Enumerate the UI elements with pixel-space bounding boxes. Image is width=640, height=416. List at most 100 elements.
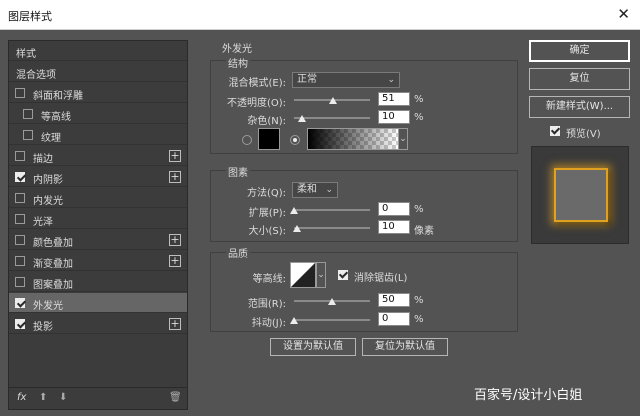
range-input[interactable]: 50 <box>378 293 410 307</box>
sidebar-item-drop-shadow[interactable]: 投影 + <box>9 314 187 334</box>
sidebar-item-label: 斜面和浮雕 <box>33 91 83 102</box>
add-drop-shadow-plus-icon[interactable]: + <box>169 318 181 330</box>
sidebar-item-pattern-overlay[interactable]: 图案叠加 <box>9 272 187 292</box>
gradient-overlay-checkbox[interactable] <box>15 256 25 266</box>
reset-button[interactable]: 复位 <box>529 68 630 90</box>
gradient-radio[interactable] <box>290 135 300 145</box>
opacity-input[interactable]: 51 <box>378 92 410 106</box>
bevel-emboss-checkbox[interactable] <box>15 88 25 98</box>
sidebar-item-contour[interactable]: 等高线 <box>9 104 187 124</box>
technique-select[interactable]: 柔和 ⌄ <box>292 182 338 198</box>
title-bar: 图层样式 ✕ <box>0 0 640 30</box>
contour-checkbox[interactable] <box>23 109 33 119</box>
structure-title: 结构 <box>226 55 250 70</box>
add-inner-shadow-plus-icon[interactable]: + <box>169 171 181 183</box>
spread-input[interactable]: 0 <box>378 202 410 216</box>
noise-label: 杂色(N): <box>247 116 286 127</box>
sidebar-item-outer-glow[interactable]: 外发光 <box>9 293 187 313</box>
size-unit: 像素 <box>414 226 434 237</box>
noise-unit: % <box>414 112 424 123</box>
sidebar-item-satin[interactable]: 光泽 <box>9 209 187 229</box>
opacity-label: 不透明度(O): <box>226 98 286 109</box>
chevron-down-icon: ⌄ <box>325 185 333 195</box>
jitter-unit: % <box>414 314 424 325</box>
fx-icon[interactable]: fx <box>17 392 26 403</box>
add-color-overlay-plus-icon[interactable]: + <box>169 234 181 246</box>
sidebar-item-inner-shadow[interactable]: 内阴影 + <box>9 167 187 187</box>
range-label: 范围(R): <box>247 299 286 310</box>
satin-checkbox[interactable] <box>15 214 25 224</box>
contour-dropdown-chevron-icon[interactable]: ⌄ <box>316 262 326 288</box>
sidebar-item-blending-options[interactable]: 混合选项 <box>9 62 187 82</box>
make-default-button[interactable]: 设置为默认值 <box>270 338 356 356</box>
new-style-button[interactable]: 新建样式(W)... <box>529 96 630 118</box>
noise-slider-thumb[interactable] <box>297 115 306 122</box>
sidebar-item-label: 内阴影 <box>33 175 63 186</box>
sidebar-item-label: 外发光 <box>33 301 63 312</box>
sidebar-item-gradient-overlay[interactable]: 渐变叠加 + <box>9 251 187 271</box>
drop-shadow-checkbox[interactable] <box>15 319 25 329</box>
reset-default-button[interactable]: 复位为默认值 <box>362 338 448 356</box>
glow-gradient-swatch[interactable] <box>307 128 399 150</box>
range-slider-thumb[interactable] <box>328 298 336 305</box>
style-preview-thumbnail <box>531 146 629 244</box>
color-overlay-checkbox[interactable] <box>15 235 25 245</box>
range-slider[interactable] <box>294 297 370 307</box>
sidebar-item-label: 图案叠加 <box>33 280 73 291</box>
contour-label: 等高线: <box>252 274 286 285</box>
add-gradient-overlay-plus-icon[interactable]: + <box>169 255 181 267</box>
sidebar-item-bevel-emboss[interactable]: 斜面和浮雕 <box>9 83 187 103</box>
ok-button[interactable]: 确定 <box>529 40 630 62</box>
move-up-icon[interactable]: ⬆ <box>39 392 47 403</box>
outer-glow-checkbox[interactable] <box>15 298 25 308</box>
add-stroke-plus-icon[interactable]: + <box>169 150 181 162</box>
sidebar-item-inner-glow[interactable]: 内发光 <box>9 188 187 208</box>
glow-color-swatch[interactable] <box>258 128 280 150</box>
preview-label: 预览(V) <box>566 129 601 140</box>
sidebar-item-label: 等高线 <box>41 112 71 123</box>
inner-glow-checkbox[interactable] <box>15 193 25 203</box>
spread-slider-thumb[interactable] <box>290 207 298 214</box>
spread-unit: % <box>414 204 424 215</box>
texture-checkbox[interactable] <box>23 130 33 140</box>
contour-preview-icon[interactable] <box>290 262 316 288</box>
opacity-slider[interactable] <box>294 96 370 106</box>
jitter-input[interactable]: 0 <box>378 312 410 326</box>
trash-icon[interactable]: 🗑 <box>169 392 182 403</box>
style-list: 样式 混合选项 斜面和浮雕 等高线 纹理 描边 + 内阴影 + 内发光 光泽 颜… <box>8 40 188 410</box>
inner-shadow-checkbox[interactable] <box>15 172 25 182</box>
sidebar-item-label: 纹理 <box>41 133 61 144</box>
size-slider-thumb[interactable] <box>293 225 302 232</box>
antialias-checkbox[interactable] <box>338 270 348 280</box>
sidebar-item-color-overlay[interactable]: 颜色叠加 + <box>9 230 187 250</box>
sidebar-item-styles[interactable]: 样式 <box>9 41 187 61</box>
stroke-checkbox[interactable] <box>15 151 25 161</box>
range-unit: % <box>414 295 424 306</box>
size-label: 大小(S): <box>248 226 286 237</box>
sidebar-item-label: 光泽 <box>33 217 53 228</box>
blend-mode-value: 正常 <box>297 74 317 85</box>
sidebar-item-label: 渐变叠加 <box>33 259 73 270</box>
sidebar-item-label: 投影 <box>33 322 53 333</box>
chevron-down-icon: ⌄ <box>387 75 395 85</box>
opacity-unit: % <box>414 94 424 105</box>
opacity-slider-thumb[interactable] <box>328 97 337 104</box>
noise-input[interactable]: 10 <box>378 110 410 124</box>
gradient-dropdown-chevron-icon[interactable]: ⌄ <box>398 128 408 150</box>
close-icon[interactable]: ✕ <box>617 5 630 23</box>
sidebar-item-stroke[interactable]: 描边 + <box>9 146 187 166</box>
jitter-slider[interactable] <box>290 316 370 326</box>
size-slider[interactable] <box>293 224 370 234</box>
technique-value: 柔和 <box>297 184 317 195</box>
noise-slider[interactable] <box>294 114 370 124</box>
spread-slider[interactable] <box>290 206 370 216</box>
size-input[interactable]: 10 <box>378 220 410 234</box>
solid-color-radio[interactable] <box>242 135 252 145</box>
jitter-slider-thumb[interactable] <box>290 317 298 324</box>
sidebar-item-texture[interactable]: 纹理 <box>9 125 187 145</box>
pattern-overlay-checkbox[interactable] <box>15 277 25 287</box>
blend-mode-select[interactable]: 正常 ⌄ <box>292 72 400 88</box>
technique-label: 方法(Q): <box>246 188 286 199</box>
move-down-icon[interactable]: ⬇ <box>59 392 67 403</box>
preview-checkbox[interactable] <box>550 126 560 136</box>
